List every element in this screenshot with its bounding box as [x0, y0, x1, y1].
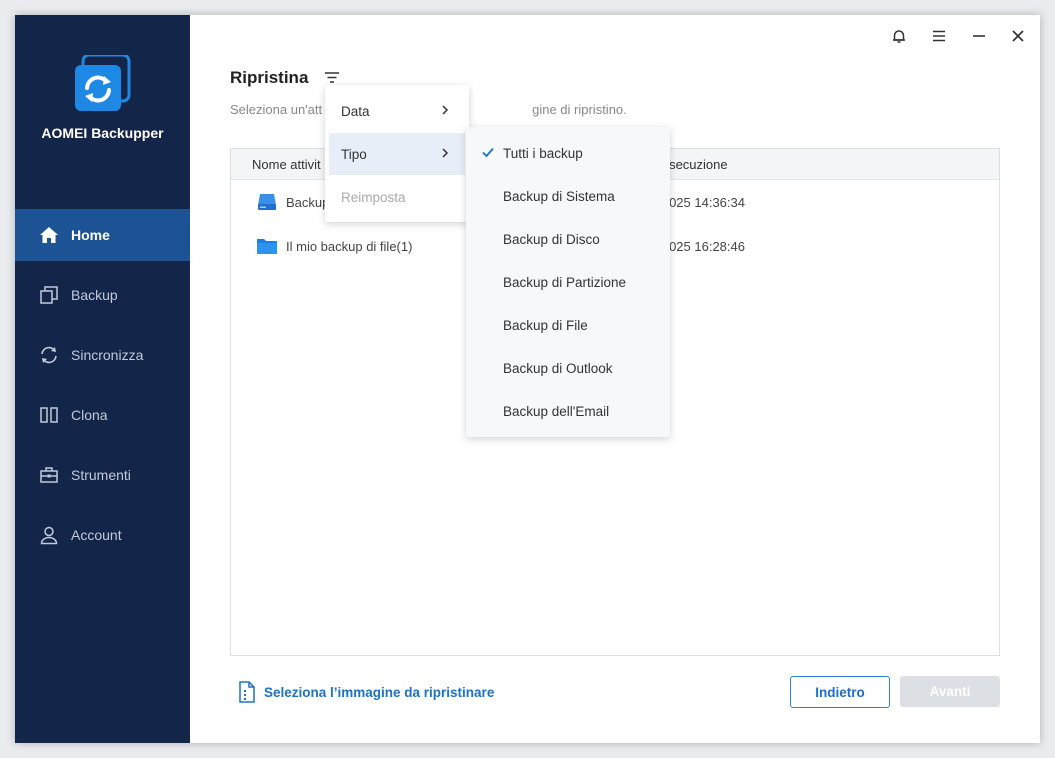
- sidebar-item-label: Sincronizza: [71, 347, 144, 363]
- filter-menu: Data Tipo Reimposta: [325, 85, 469, 222]
- close-icon: [1012, 30, 1024, 42]
- row-name: Backup: [286, 195, 330, 210]
- subtitle-right: gine di ripristino.: [532, 102, 627, 117]
- type-option-label: Backup di Outlook: [503, 361, 613, 376]
- menu-item-label: Reimposta: [341, 189, 406, 205]
- type-option-disk[interactable]: Backup di Disco: [466, 218, 670, 261]
- minimize-icon: [973, 35, 985, 37]
- app-name: AOMEI Backupper: [41, 125, 164, 141]
- sidebar-item-backup[interactable]: Backup: [15, 269, 190, 321]
- minimize-button[interactable]: [968, 25, 990, 47]
- clone-icon: [39, 405, 59, 425]
- subtitle-left: Seleziona un'att: [230, 102, 323, 117]
- chevron-right-icon: [442, 148, 449, 158]
- sidebar-item-label: Strumenti: [71, 467, 131, 483]
- bell-icon: [893, 30, 905, 43]
- sidebar-item-sync[interactable]: Sincronizza: [15, 329, 190, 381]
- menu-icon: [933, 30, 945, 42]
- sidebar-item-label: Account: [71, 527, 122, 543]
- row-name: Il mio backup di file(1): [286, 239, 413, 254]
- sidebar: AOMEI Backupper Home Backup Sincronizza …: [15, 15, 190, 743]
- file-image-icon: [239, 681, 255, 703]
- type-option-label: Backup dell'Email: [503, 404, 610, 419]
- type-option-label: Backup di Disco: [503, 232, 600, 247]
- type-option-outlook[interactable]: Backup di Outlook: [466, 347, 670, 390]
- tools-icon: [39, 465, 59, 485]
- user-icon: [39, 525, 59, 545]
- backup-icon: [39, 285, 59, 305]
- column-header-name[interactable]: Nome attivit: [252, 157, 321, 172]
- page-title: Ripristina: [230, 68, 309, 87]
- type-option-all[interactable]: Tutti i backup: [466, 132, 670, 175]
- sidebar-item-clone[interactable]: Clona: [15, 389, 190, 441]
- filter-menu-item-date[interactable]: Data: [329, 90, 465, 132]
- disk-icon: [258, 194, 276, 210]
- type-option-label: Backup di Partizione: [503, 275, 627, 290]
- sidebar-item-tools[interactable]: Strumenti: [15, 449, 190, 501]
- select-image-label: Seleziona l’immagine da ripristinare: [264, 684, 495, 700]
- sidebar-item-account[interactable]: Account: [15, 509, 190, 561]
- menu-item-label: Data: [341, 103, 370, 119]
- type-option-file[interactable]: Backup di File: [466, 304, 670, 347]
- back-button[interactable]: Indietro: [790, 676, 890, 708]
- checkmark-icon: [482, 147, 494, 158]
- type-option-email[interactable]: Backup dell'Email: [466, 390, 670, 433]
- type-option-label: Backup di Sistema: [503, 189, 615, 204]
- sidebar-item-home[interactable]: Home: [15, 209, 190, 261]
- sidebar-item-label: Clona: [71, 407, 108, 423]
- type-option-system[interactable]: Backup di Sistema: [466, 175, 670, 218]
- sidebar-item-label: Backup: [71, 287, 118, 303]
- notifications-button[interactable]: [888, 25, 910, 47]
- type-option-label: Tutti i backup: [503, 146, 583, 161]
- filter-menu-item-reset: Reimposta: [329, 176, 465, 218]
- next-button: Avanti: [900, 676, 1000, 707]
- sidebar-item-label: Home: [71, 227, 110, 243]
- close-button[interactable]: [1007, 25, 1029, 47]
- type-submenu: Tutti i backup Backup di Sistema Backup …: [466, 127, 670, 437]
- home-icon: [39, 225, 59, 245]
- aomei-logo-icon: [75, 55, 131, 111]
- type-option-partition[interactable]: Backup di Partizione: [466, 261, 670, 304]
- type-option-label: Backup di File: [503, 318, 588, 333]
- menu-button[interactable]: [928, 25, 950, 47]
- menu-item-label: Tipo: [341, 146, 367, 162]
- filter-menu-item-type[interactable]: Tipo: [329, 133, 465, 175]
- sync-icon: [39, 345, 59, 365]
- app-window: AOMEI Backupper Home Backup Sincronizza …: [15, 15, 1040, 743]
- folder-icon: [257, 239, 277, 254]
- select-image-link[interactable]: Seleziona l’immagine da ripristinare: [237, 681, 494, 703]
- chevron-right-icon: [442, 105, 449, 115]
